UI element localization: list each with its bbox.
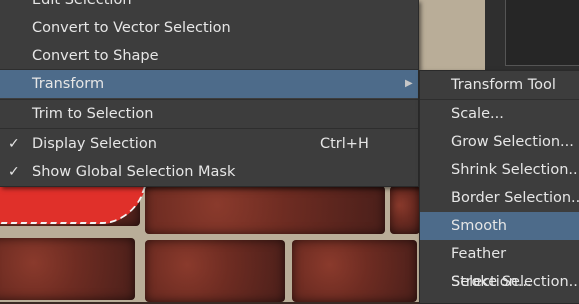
checkmark-icon: ✓: [8, 164, 20, 180]
brick: [292, 240, 417, 302]
submenu-item-smooth[interactable]: Smooth: [420, 212, 579, 240]
transform-submenu: Transform Tool Scale... Grow Selection..…: [419, 70, 579, 304]
menu-item-convert-to-vector-selection[interactable]: Convert to Vector Selection: [0, 14, 418, 42]
submenu-item-stroke-selection[interactable]: Stroke Selection...: [420, 268, 579, 296]
menu-item-convert-to-shape[interactable]: Convert to Shape: [0, 42, 418, 70]
submenu-item-label: Shrink Selection...: [451, 162, 579, 178]
menu-item-label: Transform: [32, 76, 105, 92]
submenu-item-label: Stroke Selection...: [451, 274, 579, 290]
brick: [145, 240, 285, 302]
menu-item-show-global-selection-mask[interactable]: ✓ Show Global Selection Mask: [0, 158, 418, 186]
menu-item-transform[interactable]: Transform ▶: [0, 70, 418, 98]
menu-item-label: Edit Selection: [32, 0, 132, 8]
menu-item-edit-selection[interactable]: Edit Selection: [0, 0, 418, 14]
submenu-item-shrink-selection[interactable]: Shrink Selection...: [420, 156, 579, 184]
brick: [390, 186, 420, 234]
menu-item-label: Show Global Selection Mask: [32, 164, 236, 180]
docker-preview: [505, 0, 579, 66]
submenu-item-label: Scale...: [451, 106, 504, 122]
submenu-arrow-icon: ▶: [405, 78, 413, 89]
menu-item-display-selection[interactable]: ✓ Display Selection Ctrl+H: [0, 130, 418, 158]
submenu-item-feather-selection[interactable]: Feather Selection...: [420, 240, 579, 290]
submenu-item-label: Transform Tool: [451, 77, 556, 93]
menu-item-label: Convert to Shape: [32, 48, 159, 64]
submenu-item-label: Grow Selection...: [451, 134, 574, 150]
menu-item-label: Display Selection: [32, 136, 157, 152]
submenu-item-transform-tool[interactable]: Transform Tool: [420, 71, 579, 100]
brick: [145, 186, 385, 234]
submenu-item-label: Border Selection...: [451, 190, 579, 206]
submenu-item-grow-selection[interactable]: Grow Selection...: [420, 128, 579, 156]
menu-item-trim-to-selection[interactable]: Trim to Selection: [0, 100, 418, 128]
submenu-item-border-selection[interactable]: Border Selection...: [420, 184, 579, 212]
menu-separator: [0, 128, 418, 129]
submenu-item-label: Smooth: [451, 218, 507, 234]
menu-item-label: Trim to Selection: [32, 106, 154, 122]
selection-context-menu: Edit Selection Convert to Vector Selecti…: [0, 0, 419, 187]
menu-item-label: Convert to Vector Selection: [32, 20, 231, 36]
submenu-item-scale[interactable]: Scale...: [420, 100, 579, 128]
checkmark-icon: ✓: [8, 136, 20, 152]
menu-item-shortcut: Ctrl+H: [320, 136, 369, 152]
brick: [0, 238, 135, 300]
